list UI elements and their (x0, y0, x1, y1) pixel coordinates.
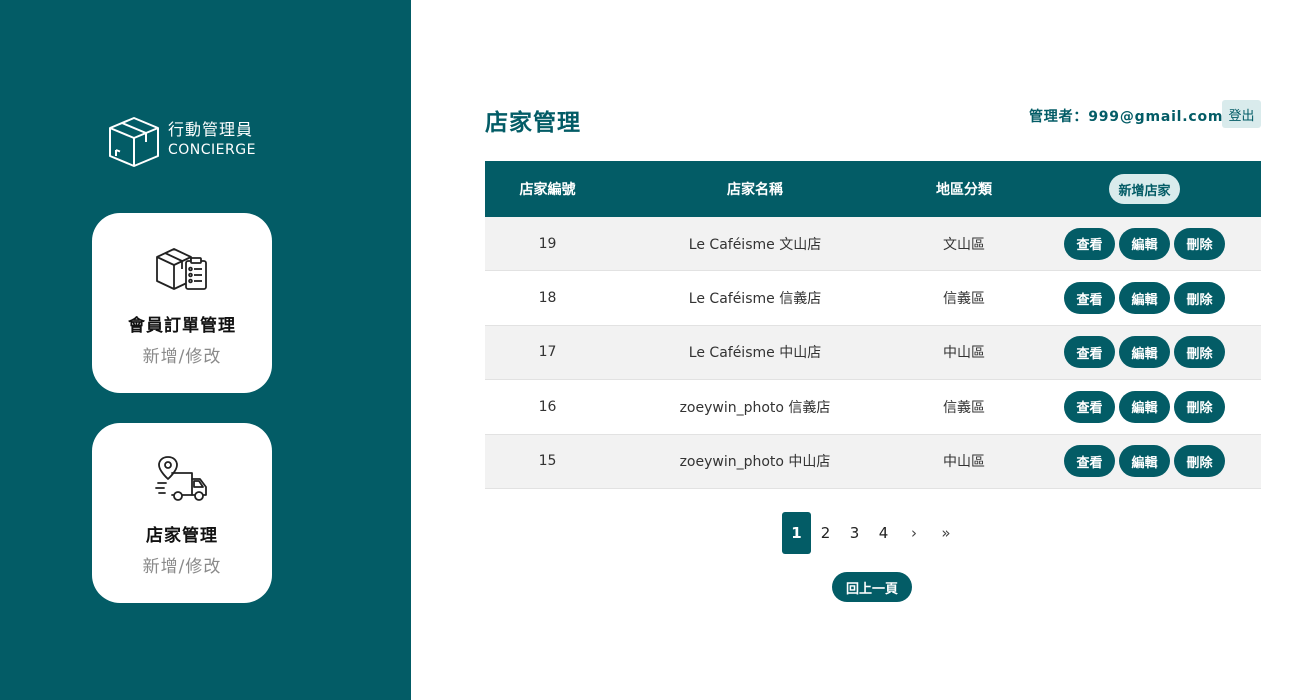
edit-button[interactable]: 編輯 (1119, 282, 1170, 315)
store-area: 信義區 (943, 399, 985, 416)
last-page-button[interactable]: » (930, 512, 962, 554)
header-store-name: 店家名稱 (727, 182, 783, 198)
store-name: Le Caféisme 信義店 (688, 291, 822, 308)
store-name: Le Caféisme 文山店 (688, 236, 822, 253)
store-id: 16 (538, 398, 557, 415)
row-actions: 查看 編輯 刪除 (1028, 336, 1261, 369)
store-name: Le Caféisme 中山店 (688, 345, 822, 362)
card-title: 店家管理 (146, 526, 218, 546)
store-area: 信義區 (943, 291, 985, 308)
view-button[interactable]: 查看 (1064, 282, 1115, 315)
header-area: 地區分類 (936, 182, 992, 198)
store-table: 店家編號 店家名稱 地區分類 新增店家 19 Le Caféisme 文山店 文… (485, 161, 1261, 489)
table-row: 17 Le Caféisme 中山店 中山區 查看 編輯 刪除 (485, 325, 1261, 381)
logout-button[interactable]: 登出 (1222, 100, 1261, 128)
header-actions: 新增店家 (1028, 174, 1261, 204)
store-area: 中山區 (943, 454, 985, 471)
page-4-button[interactable]: 4 (869, 512, 898, 554)
admin-email: 管理者：999@gmail.com (1029, 109, 1224, 125)
store-area: 文山區 (943, 236, 985, 253)
store-id: 18 (538, 290, 557, 307)
page-title: 店家管理 (485, 110, 581, 136)
row-actions: 查看 編輯 刪除 (1028, 227, 1261, 260)
add-store-button[interactable]: 新增店家 (1109, 174, 1180, 204)
view-button[interactable]: 查看 (1064, 227, 1115, 260)
logo-text: 行動管理員 CONCIERGE (168, 120, 256, 160)
back-button[interactable]: 回上一頁 (832, 572, 912, 602)
delete-button[interactable]: 刪除 (1174, 390, 1225, 423)
view-button[interactable]: 查看 (1064, 445, 1115, 478)
view-button[interactable]: 查看 (1064, 336, 1115, 369)
row-actions: 查看 編輯 刪除 (1028, 390, 1261, 423)
edit-button[interactable]: 編輯 (1119, 336, 1170, 369)
store-name: zoeywin_photo 信義店 (679, 399, 831, 416)
delivery-truck-icon (155, 456, 207, 501)
edit-button[interactable]: 編輯 (1119, 390, 1170, 423)
page-3-button[interactable]: 3 (840, 512, 869, 554)
edit-button[interactable]: 編輯 (1119, 227, 1170, 260)
store-name: zoeywin_photo 中山店 (679, 454, 831, 471)
row-actions: 查看 編輯 刪除 (1028, 282, 1261, 315)
table-header: 店家編號 店家名稱 地區分類 新增店家 (485, 161, 1261, 217)
sidebar: 行動管理員 CONCIERGE 會員訂單管理 新增/修改 店家管理 新增/修改 (0, 0, 411, 700)
view-button[interactable]: 查看 (1064, 390, 1115, 423)
logo[interactable]: 行動管理員 CONCIERGE (106, 110, 256, 170)
card-title: 會員訂單管理 (128, 316, 236, 336)
page-2-button[interactable]: 2 (811, 512, 840, 554)
delete-button[interactable]: 刪除 (1174, 445, 1225, 478)
table-row: 15 zoeywin_photo 中山店 中山區 查看 編輯 刪除 (485, 434, 1261, 489)
row-actions: 查看 編輯 刪除 (1028, 445, 1261, 478)
logo-title: 行動管理員 (168, 120, 254, 139)
card-subtitle: 新增/修改 (142, 347, 222, 367)
next-page-button[interactable]: › (898, 512, 930, 554)
edit-button[interactable]: 編輯 (1119, 445, 1170, 478)
header-store-id: 店家編號 (519, 182, 576, 198)
delete-button[interactable]: 刪除 (1174, 282, 1225, 315)
table-row: 16 zoeywin_photo 信義店 信義區 查看 編輯 刪除 (485, 380, 1261, 435)
store-id: 19 (538, 235, 557, 252)
card-subtitle: 新增/修改 (142, 557, 222, 577)
store-id: 15 (538, 453, 557, 470)
table-row: 18 Le Caféisme 信義店 信義區 查看 編輯 刪除 (485, 271, 1261, 326)
store-management-card[interactable]: 店家管理 新增/修改 (92, 423, 272, 603)
pagination: 1 2 3 4 › » (782, 512, 962, 554)
store-id: 17 (538, 344, 557, 361)
box-checklist-icon (156, 248, 207, 290)
table-row: 19 Le Caféisme 文山店 文山區 查看 編輯 刪除 (485, 217, 1261, 272)
delete-button[interactable]: 刪除 (1174, 227, 1225, 260)
delete-button[interactable]: 刪除 (1174, 336, 1225, 369)
box-logo-icon (109, 117, 159, 167)
page-1-button[interactable]: 1 (782, 512, 811, 554)
store-area: 中山區 (943, 345, 985, 362)
member-order-card[interactable]: 會員訂單管理 新增/修改 (92, 213, 272, 393)
logo-subtitle: CONCIERGE (168, 142, 256, 158)
